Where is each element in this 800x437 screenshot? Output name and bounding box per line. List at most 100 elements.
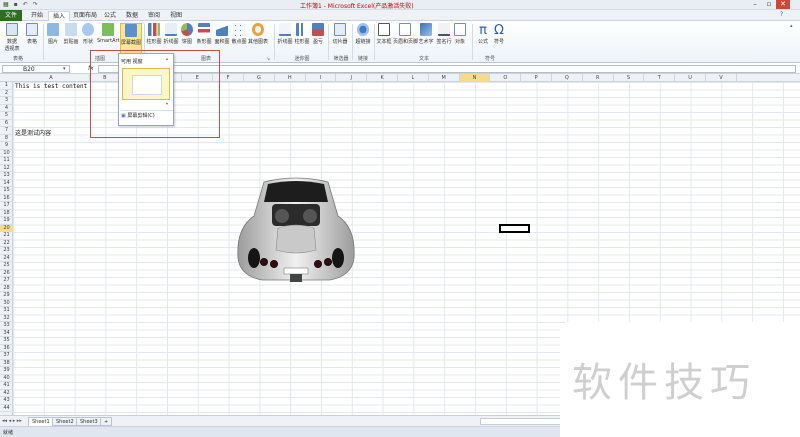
row-header[interactable]: 30 xyxy=(0,300,13,307)
row-header[interactable]: 12 xyxy=(0,165,13,172)
table-button[interactable]: 表格 xyxy=(24,23,40,45)
row-header[interactable]: 13 xyxy=(0,172,13,180)
row-header[interactable]: 32 xyxy=(0,315,13,322)
slicer-button[interactable]: 切片器 xyxy=(331,23,349,45)
tab-view[interactable]: 视图 xyxy=(166,11,186,21)
row-header[interactable]: 21 xyxy=(0,232,13,240)
row-header[interactable]: 43 xyxy=(0,397,13,405)
redo-icon[interactable]: ↷ xyxy=(33,1,38,8)
shapes-button[interactable]: 形状 xyxy=(81,23,95,45)
row-header[interactable]: 14 xyxy=(0,180,13,187)
row-header[interactable]: 36 xyxy=(0,345,13,352)
sheet-tab-2[interactable]: Sheet2 xyxy=(52,417,78,426)
column-header[interactable]: U xyxy=(675,74,706,82)
column-header[interactable]: L xyxy=(398,74,429,82)
row-header[interactable]: 16 xyxy=(0,195,13,202)
row-header[interactable]: 23 xyxy=(0,247,13,255)
row-header[interactable]: 4 xyxy=(0,105,13,112)
column-header[interactable]: Q xyxy=(552,74,583,82)
line-chart-button[interactable]: 折线图 xyxy=(163,23,179,45)
hyperlink-button[interactable]: 超链接 xyxy=(354,23,372,45)
column-header[interactable]: J xyxy=(336,74,368,82)
row-header[interactable]: 1 xyxy=(0,82,13,90)
row-header[interactable]: 22 xyxy=(0,240,13,247)
row-header[interactable]: 25 xyxy=(0,262,13,270)
column-header[interactable]: H xyxy=(275,74,306,82)
row-header[interactable]: 8 xyxy=(0,135,13,142)
row-header[interactable]: 17 xyxy=(0,202,13,210)
row-header[interactable]: 6 xyxy=(0,120,13,127)
row-header[interactable]: 34 xyxy=(0,330,13,337)
row-header[interactable]: 11 xyxy=(0,157,13,165)
row-header[interactable]: 5 xyxy=(0,112,13,120)
column-header[interactable]: R xyxy=(583,74,614,82)
row-header[interactable]: 15 xyxy=(0,187,13,195)
equation-button[interactable]: π 公式 xyxy=(476,23,490,45)
other-charts-button[interactable]: 其他图表 xyxy=(248,23,268,45)
tab-home[interactable]: 开始 xyxy=(26,11,48,21)
insert-sheet-button[interactable]: + xyxy=(100,417,113,426)
row-header[interactable]: 40 xyxy=(0,375,13,382)
signature-line-button[interactable]: 签名行 xyxy=(436,23,452,45)
help-icon[interactable]: ? xyxy=(780,11,783,18)
tab-review[interactable]: 审阅 xyxy=(144,11,164,21)
clipart-button[interactable]: 剪贴画 xyxy=(62,23,80,45)
dialog-launcher-icon[interactable]: ↘ xyxy=(266,56,270,62)
scatter-chart-button[interactable]: 散点图 xyxy=(231,23,247,45)
row-header[interactable]: 9 xyxy=(0,142,13,150)
row-header[interactable]: 31 xyxy=(0,307,13,315)
row-header[interactable]: 33 xyxy=(0,322,13,330)
column-header[interactable]: P xyxy=(521,74,552,82)
undo-icon[interactable]: ↶ xyxy=(23,1,28,8)
row-header[interactable]: 44 xyxy=(0,405,13,412)
tab-formulas[interactable]: 公式 xyxy=(100,11,120,21)
column-header[interactable]: K xyxy=(367,74,398,82)
sheet-tab-3[interactable]: Sheet3 xyxy=(76,417,102,426)
column-header[interactable]: N xyxy=(459,74,491,82)
close-button[interactable]: ✕ xyxy=(776,0,790,9)
column-header[interactable]: M xyxy=(429,74,460,82)
wordart-button[interactable]: 艺术字 xyxy=(418,23,434,45)
tab-page-layout[interactable]: 页面布局 xyxy=(72,11,98,21)
column-header[interactable]: V xyxy=(706,74,737,82)
column-header[interactable]: A xyxy=(13,74,90,82)
save-icon[interactable]: ▪ xyxy=(14,1,18,8)
sheet-tab-1[interactable]: Sheet1 xyxy=(28,417,54,426)
sparkline-column-button[interactable]: 柱形图 xyxy=(294,23,310,45)
pie-chart-button[interactable]: 饼图 xyxy=(180,23,194,45)
tab-file[interactable]: 文件 xyxy=(0,10,22,21)
row-header[interactable]: 7 xyxy=(0,127,13,135)
sheet-nav-icons[interactable]: ◂◂ ◂ ▸ ▸▸ xyxy=(2,418,22,424)
object-button[interactable]: 对象 xyxy=(453,23,467,45)
row-header[interactable]: 29 xyxy=(0,292,13,300)
row-header[interactable]: 41 xyxy=(0,382,13,390)
tab-data[interactable]: 数据 xyxy=(122,11,142,21)
column-header[interactable]: G xyxy=(244,74,275,82)
row-header[interactable]: 24 xyxy=(0,255,13,262)
row-header[interactable]: 38 xyxy=(0,360,13,367)
active-cell[interactable] xyxy=(499,224,530,233)
row-header[interactable]: 39 xyxy=(0,367,13,375)
row-header[interactable]: 35 xyxy=(0,337,13,345)
row-header[interactable]: 18 xyxy=(0,210,13,217)
column-header[interactable]: I xyxy=(306,74,337,82)
column-header[interactable]: T xyxy=(644,74,676,82)
tab-insert[interactable]: 插入 xyxy=(48,11,70,21)
pivot-table-button[interactable]: 数据 透视表 xyxy=(3,23,21,52)
symbol-button[interactable]: Ω 符号 xyxy=(492,23,506,45)
row-header[interactable]: 2 xyxy=(0,90,13,97)
row-header[interactable]: 19 xyxy=(0,217,13,225)
row-header[interactable]: 3 xyxy=(0,97,13,105)
cell-a7[interactable]: 这是测试内容 xyxy=(15,128,51,137)
row-header[interactable]: 28 xyxy=(0,285,13,292)
column-header[interactable]: S xyxy=(614,74,645,82)
restore-button[interactable]: ▫ xyxy=(762,0,776,9)
column-chart-button[interactable]: 柱形图 xyxy=(146,23,162,45)
car-picture[interactable] xyxy=(234,176,358,288)
row-header[interactable]: 20 xyxy=(0,224,13,232)
bar-chart-button[interactable]: 条形图 xyxy=(196,23,212,45)
minimize-button[interactable]: – xyxy=(748,0,762,9)
ribbon-collapse-icon[interactable]: ▴ xyxy=(790,23,793,29)
area-chart-button[interactable]: 面积图 xyxy=(214,23,230,45)
column-header[interactable]: O xyxy=(490,74,522,82)
